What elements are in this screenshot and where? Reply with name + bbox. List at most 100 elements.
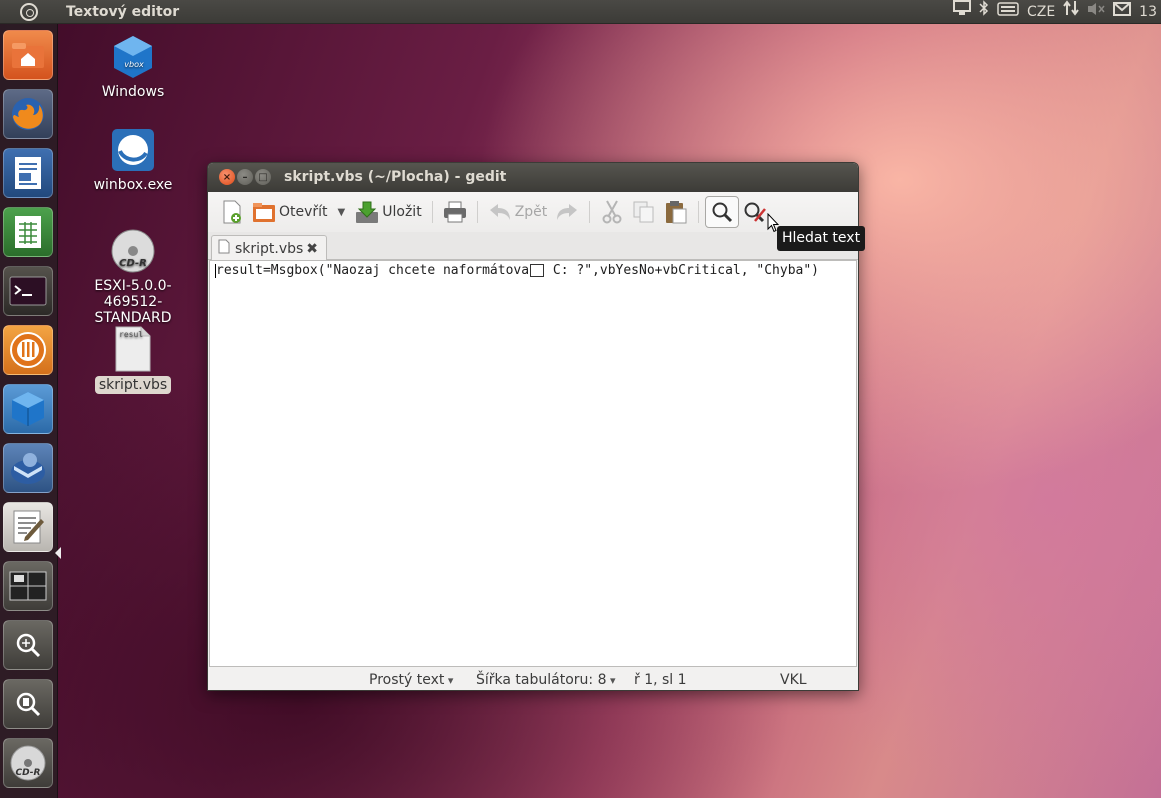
minimize-window-button[interactable]: – [237, 169, 253, 185]
window-title: skript.vbs (~/Plocha) - gedit [284, 169, 507, 185]
workspace-switcher-icon[interactable] [3, 561, 53, 611]
undo-icon [488, 200, 512, 224]
toolbar-separator [698, 201, 700, 223]
undo-button[interactable]: Zpět [484, 196, 552, 228]
keyboard-icon[interactable] [997, 0, 1019, 24]
print-button[interactable] [439, 196, 471, 228]
app-title: Textový editor [66, 3, 180, 20]
find-replace-icon [743, 200, 767, 224]
search-files-icon[interactable] [3, 679, 53, 729]
search-icon [710, 200, 734, 224]
clock[interactable]: 13 [1139, 0, 1157, 24]
text-editor-area[interactable]: result=Msgbox("Naozaj chcete naformátova… [209, 260, 857, 667]
bluetooth-icon[interactable] [979, 0, 989, 24]
statusbar: Prostý text Šířka tabulátoru: 8 ř 1, sl … [208, 668, 858, 690]
open-folder-icon [252, 200, 276, 224]
open-button[interactable]: Otevřít [248, 196, 332, 228]
toolbar-separator [589, 201, 591, 223]
desktop-icon-label-line1: ESXI-5.0.0-469512- [94, 278, 172, 310]
find-button[interactable] [705, 196, 740, 228]
desktop-icon-skript[interactable]: resul skript.vbs [68, 326, 198, 394]
toolbar-separator [476, 201, 478, 223]
save-button[interactable]: Uložit [351, 196, 425, 228]
insert-mode: VKL [780, 672, 807, 688]
maximize-icon: □ [258, 171, 268, 183]
desktop-icon-label: skript.vbs [94, 376, 172, 394]
minimize-icon: – [242, 171, 248, 183]
firefox-icon[interactable] [3, 89, 53, 139]
tab-label: skript.vbs [235, 240, 304, 257]
writer-icon[interactable] [3, 148, 53, 198]
top-panel: Textový editor CZE 13 [0, 0, 1161, 24]
window-titlebar[interactable]: × – □ skript.vbs (~/Plocha) - gedit [208, 163, 858, 192]
tab-width-selector[interactable]: Šířka tabulátoru: 8 [476, 672, 616, 688]
redo-button[interactable] [551, 196, 583, 228]
paste-icon [664, 200, 688, 224]
mouse-pointer-icon [767, 212, 780, 237]
network-icon[interactable] [1063, 0, 1079, 24]
toolbar: Otevřít ▼ Uložit Zpět [208, 192, 858, 232]
virtualbox-icon: vbox [110, 34, 156, 80]
dropdown-arrow-icon: ▼ [337, 206, 346, 218]
undo-label: Zpět [514, 204, 548, 220]
new-document-icon [220, 200, 244, 224]
editor-text-before: result=Msgbox("Naozaj chcete naformátova [216, 263, 530, 278]
desktop-icon-label: Windows [101, 84, 165, 100]
copy-button[interactable] [628, 196, 660, 228]
svg-text:CD-R: CD-R [16, 768, 41, 778]
tab-bar: skript.vbs ✖ [208, 232, 858, 261]
print-icon [443, 200, 467, 224]
keyboard-layout[interactable]: CZE [1027, 0, 1055, 24]
virtualbox-icon[interactable] [3, 384, 53, 434]
magnifier-icon[interactable] [3, 620, 53, 670]
copy-icon [632, 200, 656, 224]
winbox-icon [110, 127, 156, 173]
cd-r-badge: CD-R [119, 258, 147, 269]
missing-glyph-icon [530, 264, 545, 277]
new-document-button[interactable] [216, 196, 248, 228]
language-selector[interactable]: Prostý text [369, 672, 453, 688]
cut-icon [600, 200, 624, 224]
dash-home-button[interactable] [0, 0, 58, 24]
cd-r-icon: CD-R [110, 228, 156, 274]
find-tooltip: Hledat text [777, 226, 866, 251]
text-file-icon: resul [110, 326, 156, 372]
close-tab-icon[interactable]: ✖ [306, 241, 318, 257]
desktop-icon-windows[interactable]: vbox Windows [68, 34, 198, 100]
volume-muted-icon[interactable] [1087, 0, 1105, 24]
desktop-icon-label-line2: STANDARD [94, 310, 172, 326]
terminal-icon[interactable] [3, 266, 53, 316]
ubuntu-logo-icon [20, 2, 38, 21]
file-preview-text: resul [119, 330, 143, 339]
thunderbird-icon[interactable] [3, 443, 53, 493]
open-label: Otevřít [279, 204, 328, 220]
gedit-window: × – □ skript.vbs (~/Plocha) - gedit Otev… [207, 162, 859, 691]
indicator-area: CZE 13 [952, 0, 1161, 24]
calc-icon[interactable] [3, 207, 53, 257]
gedit-launcher-icon[interactable] [3, 502, 53, 552]
open-recent-dropdown[interactable]: ▼ [332, 196, 352, 228]
cd-drive-icon[interactable]: CD-R [3, 738, 53, 788]
close-window-button[interactable]: × [219, 169, 235, 185]
home-folder-icon[interactable] [3, 30, 53, 80]
editor-text-after: C: ?",vbYesNo+vbCritical, "Chyba") [545, 263, 820, 278]
desktop-icon-esxi[interactable]: CD-R ESXI-5.0.0-469512- STANDARD [68, 228, 198, 326]
save-icon [355, 200, 379, 224]
paste-button[interactable] [660, 196, 692, 228]
active-app-indicator [55, 547, 61, 559]
cut-button[interactable] [596, 196, 628, 228]
launcher: CD-R [0, 24, 61, 798]
desktop-icon-label: winbox.exe [93, 177, 173, 193]
toolbar-separator [431, 201, 433, 223]
mail-icon[interactable] [1113, 0, 1132, 24]
maximize-window-button[interactable]: □ [255, 169, 271, 185]
cursor-position: ř 1, sl 1 [634, 672, 687, 688]
tab-skript-vbs[interactable]: skript.vbs ✖ [211, 235, 327, 261]
save-label: Uložit [382, 204, 422, 220]
desktop-icon-winbox[interactable]: winbox.exe [68, 127, 198, 193]
svg-text:vbox: vbox [124, 60, 144, 69]
redo-icon [555, 200, 579, 224]
ubuntu-one-icon[interactable] [3, 325, 53, 375]
display-icon[interactable] [952, 0, 971, 24]
document-icon [218, 239, 230, 258]
